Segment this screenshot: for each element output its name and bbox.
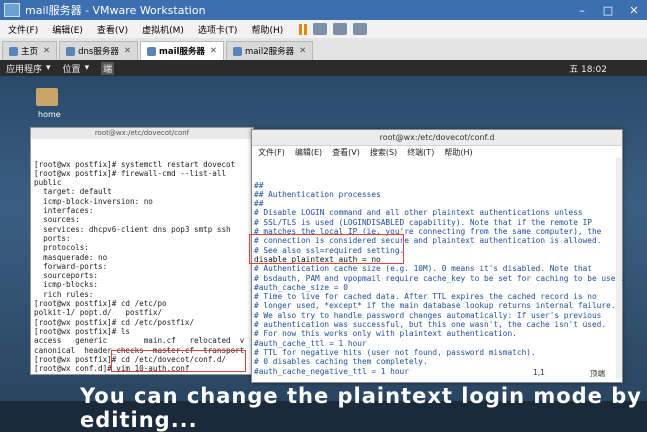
close-tab-icon[interactable]: ✕ xyxy=(299,46,306,56)
menu-help[interactable]: 帮助(H) xyxy=(251,23,283,36)
minimize-icon[interactable]: – xyxy=(569,4,595,17)
dropdown-icon: ▾ xyxy=(46,63,51,73)
menu-vm[interactable]: 虚拟机(M) xyxy=(142,23,184,36)
menu-edit[interactable]: 编辑(E) xyxy=(295,147,322,158)
pause-icon[interactable] xyxy=(299,23,308,35)
scrollbar[interactable] xyxy=(616,158,622,378)
vmware-logo-icon xyxy=(4,3,20,17)
close-tab-icon[interactable]: ✕ xyxy=(124,46,131,56)
close-tab-icon[interactable]: ✕ xyxy=(43,46,50,56)
dropdown-icon: ▾ xyxy=(84,63,90,73)
fullscreen-icon[interactable] xyxy=(353,23,368,35)
terminal-menubar: 文件(F) 编辑(E) 查看(V) 搜索(S) 终端(T) 帮助(H) xyxy=(252,146,622,159)
menu-tabs[interactable]: 选项卡(T) xyxy=(198,23,238,36)
menu-file[interactable]: 文件(F) xyxy=(8,23,38,36)
snapshot-icon[interactable] xyxy=(333,23,348,35)
terminal-title: root@wx:/etc/dovecot/conf xyxy=(31,128,253,139)
vmware-menubar: 文件(F) 编辑(E) 查看(V) 虚拟机(M) 选项卡(T) 帮助(H) xyxy=(0,20,647,39)
places-menu[interactable]: 位置 xyxy=(63,62,81,75)
menu-edit[interactable]: 编辑(E) xyxy=(52,23,83,36)
menu-search[interactable]: 搜索(S) xyxy=(370,147,397,158)
vm-tool-icon[interactable] xyxy=(313,23,328,35)
window-title: mail服务器 - VMware Workstation xyxy=(25,4,206,17)
gnome-topbar: 应用程序 ▾ 位置 ▾ 端 五 18:02 xyxy=(0,60,647,76)
vm-tabs: 主页 ✕ dns服务器 ✕ mail服务器 ✕ mail2服务器 ✕ xyxy=(0,38,647,60)
maximize-icon[interactable]: □ xyxy=(595,4,621,17)
applications-menu[interactable]: 应用程序 xyxy=(6,62,42,75)
menu-terminal[interactable]: 终端(T) xyxy=(407,147,434,158)
terminal-app-indicator[interactable]: 端 xyxy=(101,61,115,75)
clock[interactable]: 五 18:02 xyxy=(569,62,607,75)
close-tab-icon[interactable]: ✕ xyxy=(210,46,217,56)
terminal-title: root@wx:/etc/dovecot/conf.d xyxy=(252,130,622,146)
menu-file[interactable]: 文件(F) xyxy=(258,147,285,158)
highlight-box xyxy=(249,234,404,264)
vm-tab-icon xyxy=(233,46,243,56)
vim-buffer[interactable]: ## ## Authentication processes ## # Disable… xyxy=(252,159,625,397)
menu-view[interactable]: 查看(V) xyxy=(97,23,128,36)
tab-home[interactable]: 主页 ✕ xyxy=(2,41,58,60)
highlight-box xyxy=(111,350,246,372)
video-subtitle: You can change the plaintext login mode … xyxy=(80,384,642,432)
home-tab-icon xyxy=(9,46,18,56)
tab-mail2[interactable]: mail2服务器 ✕ xyxy=(226,41,314,60)
home-folder-icon[interactable] xyxy=(36,88,58,106)
terminal-window-back[interactable]: root@wx:/etc/dovecot/conf [root@wx postf… xyxy=(30,127,254,375)
menu-view[interactable]: 查看(V) xyxy=(332,147,360,158)
window-titlebar: mail服务器 - VMware Workstation – □ ✕ xyxy=(0,0,647,20)
menu-help[interactable]: 帮助(H) xyxy=(444,147,472,158)
close-icon[interactable]: ✕ xyxy=(621,4,647,17)
scroll-position-label: 顶端 xyxy=(590,369,605,378)
vm-tab-icon xyxy=(146,46,156,56)
home-folder-label: home xyxy=(38,110,61,119)
vm-tab-icon xyxy=(66,46,76,56)
tab-dns[interactable]: dns服务器 ✕ xyxy=(59,41,138,60)
cursor-position: 1,1 xyxy=(533,368,545,377)
tab-mail[interactable]: mail服务器 ✕ xyxy=(139,41,225,60)
